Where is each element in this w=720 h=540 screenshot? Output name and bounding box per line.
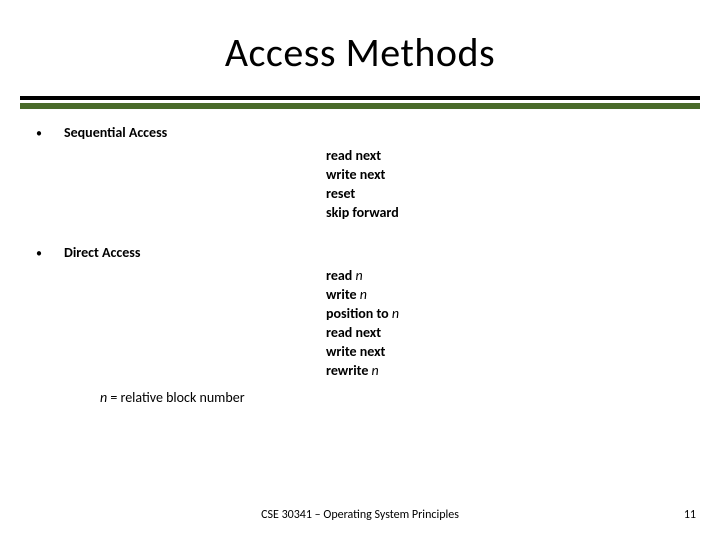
op-line: read next <box>326 147 684 166</box>
bullet-icon: • <box>36 126 64 142</box>
op-line: skip forward <box>326 204 684 223</box>
bullet-item: • Sequential Access read next write next… <box>36 124 684 222</box>
divider-thick <box>20 103 700 109</box>
slide-title: Access Methods <box>0 28 720 77</box>
bullet-icon: • <box>36 246 64 262</box>
op-line: write next <box>326 166 684 185</box>
operations-list: read n write n position to n read next w… <box>326 267 684 380</box>
op-line: write next <box>326 343 684 362</box>
content-area: • Sequential Access read next write next… <box>36 124 684 416</box>
op-line: write n <box>326 286 684 305</box>
footer-page-number: 11 <box>684 508 696 522</box>
divider-thin <box>20 96 700 100</box>
op-line: position to n <box>326 305 684 324</box>
slide: Access Methods • Sequential Access read … <box>0 0 720 540</box>
item-label: Direct Access <box>64 244 140 263</box>
item-label: Sequential Access <box>64 124 167 143</box>
operations-list: read next write next reset skip forward <box>326 147 684 223</box>
op-line: rewrite n <box>326 362 684 381</box>
note-line: n = relative block number <box>100 389 684 408</box>
op-line: read next <box>326 324 684 343</box>
op-line: read n <box>326 267 684 286</box>
footer-course: CSE 30341 – Operating System Principles <box>0 508 720 522</box>
op-line: reset <box>326 185 684 204</box>
bullet-item: • Direct Access read n write n position … <box>36 244 684 407</box>
